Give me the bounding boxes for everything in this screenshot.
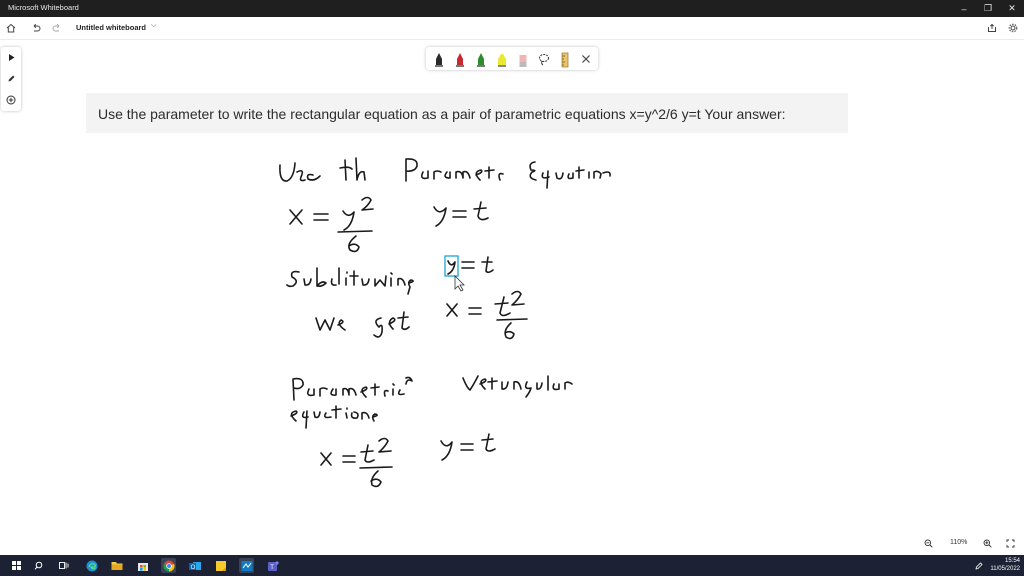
pen-tray-icon[interactable] [974, 558, 984, 573]
teams-icon[interactable]: T [265, 558, 280, 573]
zoom-level[interactable]: 110% [950, 539, 967, 546]
edge-icon[interactable] [84, 558, 99, 573]
zoom-in-icon[interactable] [983, 539, 992, 548]
chrome-icon[interactable] [161, 558, 176, 573]
handwritten-final-equations [320, 433, 496, 488]
store-icon[interactable] [135, 558, 150, 573]
handwritten-parametric-heading [290, 375, 573, 429]
handwritten-substituting-line [286, 255, 494, 295]
sticky-notes-icon[interactable] [213, 558, 228, 573]
taskbar: O T 15:54 11/05/2022 [0, 555, 1024, 576]
clock-date: 11/05/2022 [990, 566, 1020, 572]
handwritten-equation-x [289, 196, 374, 253]
file-explorer-icon[interactable] [109, 558, 124, 573]
zoom-controls: 110% [918, 536, 1024, 551]
svg-text:T: T [270, 565, 274, 571]
start-icon[interactable] [9, 558, 24, 573]
search-icon[interactable] [31, 558, 46, 573]
outlook-icon[interactable]: O [187, 558, 202, 573]
whiteboard-canvas[interactable] [0, 0, 1024, 576]
handwritten-line-title [279, 157, 611, 189]
mouse-cursor [454, 275, 465, 292]
task-view-icon[interactable] [56, 558, 71, 573]
zoom-out-icon[interactable] [924, 539, 933, 548]
fit-to-screen-icon[interactable] [1006, 539, 1015, 548]
svg-text:O: O [190, 565, 195, 571]
whiteboard-icon[interactable] [239, 558, 254, 573]
selection-box [444, 255, 459, 277]
system-clock[interactable]: 15:54 11/05/2022 [990, 557, 1020, 573]
handwritten-we-get-line [315, 290, 528, 340]
handwritten-equation-y [433, 201, 489, 227]
clock-time: 15:54 [1004, 558, 1020, 564]
